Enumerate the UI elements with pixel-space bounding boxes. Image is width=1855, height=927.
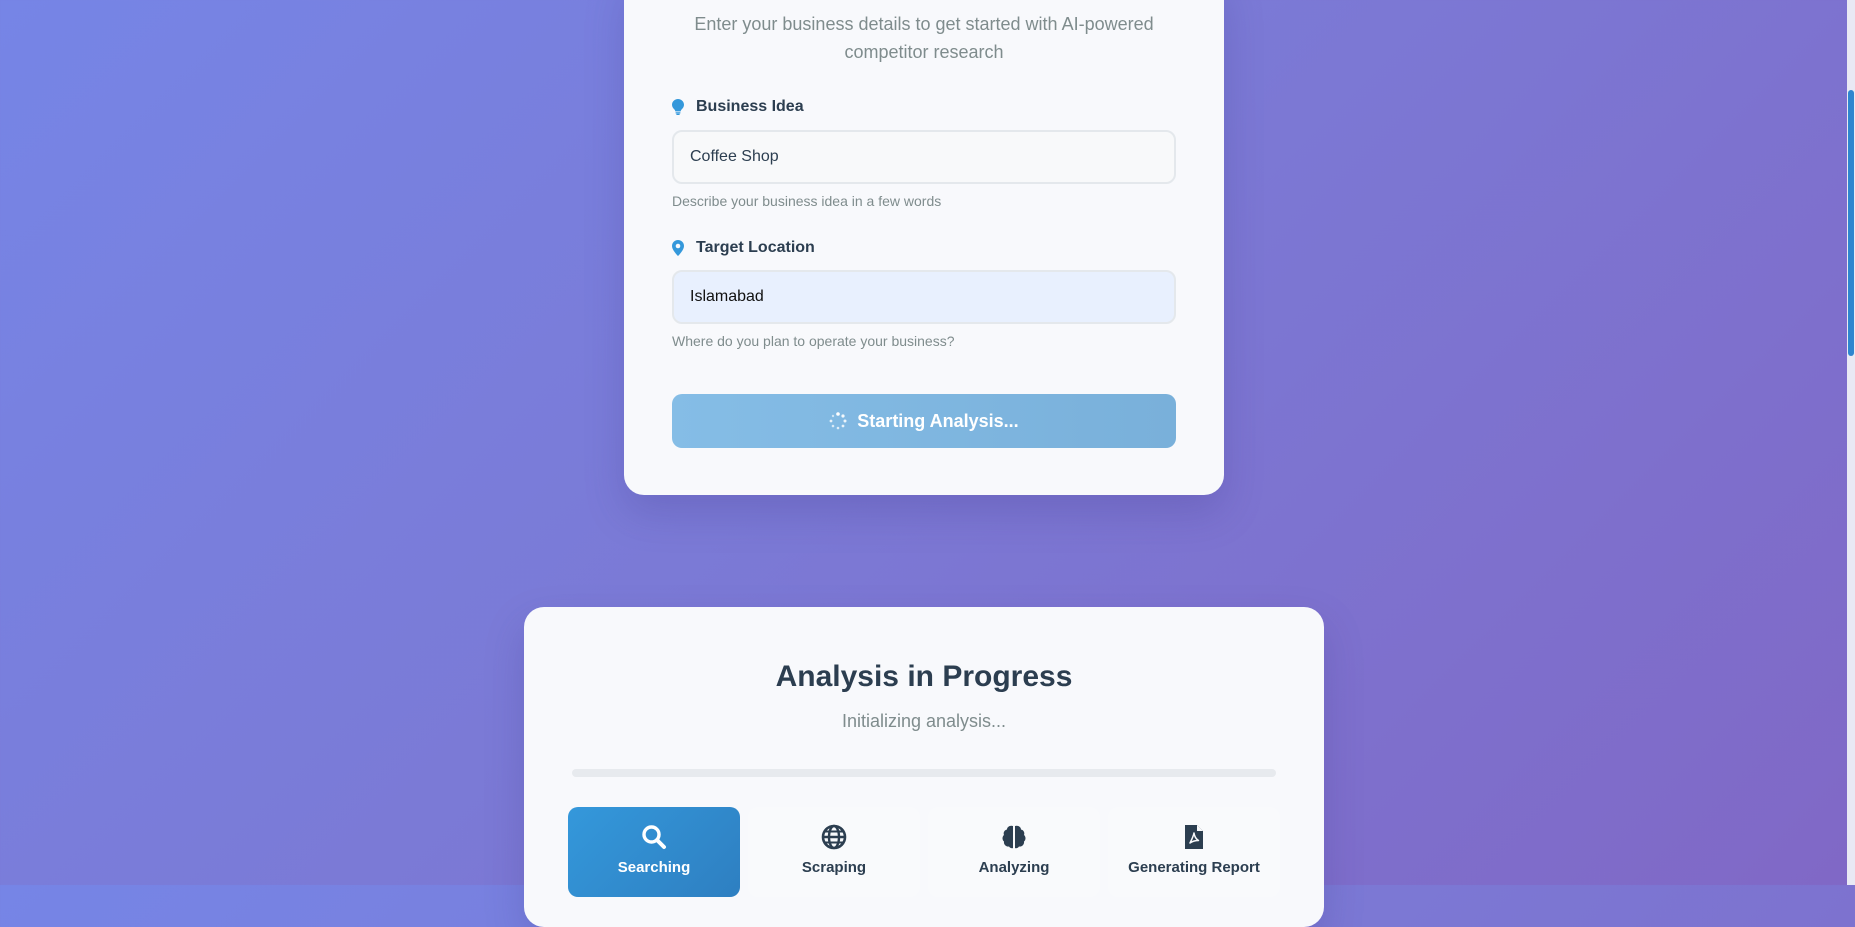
start-analysis-button[interactable]: Starting Analysis...	[672, 394, 1176, 448]
target-location-help: Where do you plan to operate your busine…	[672, 333, 955, 349]
analysis-progress-card: Analysis in Progress Initializing analys…	[524, 607, 1324, 927]
step-label: Generating Report	[1128, 859, 1260, 876]
step-label: Searching	[617, 859, 691, 876]
step-analyzing: Analyzing	[928, 807, 1100, 897]
start-analysis-button-label: Starting Analysis...	[857, 410, 1019, 431]
file-pdf-icon	[1181, 824, 1207, 850]
step-searching: Searching	[568, 807, 740, 897]
business-idea-label: Business Idea	[672, 98, 804, 116]
business-form-card: Enter your business details to get start…	[624, 0, 1224, 495]
business-idea-label-text: Business Idea	[696, 98, 804, 115]
spinner-icon	[829, 412, 847, 430]
business-idea-input[interactable]	[672, 130, 1176, 184]
target-location-label-text: Target Location	[696, 239, 815, 256]
business-idea-help: Describe your business idea in a few wor…	[672, 193, 942, 209]
form-subtitle: Enter your business details to get start…	[694, 14, 1154, 62]
step-label: Scraping	[801, 859, 867, 876]
search-icon	[641, 824, 667, 850]
map-marker-icon	[672, 240, 686, 256]
target-location-label: Target Location	[672, 239, 815, 257]
progress-status: Initializing analysis...	[841, 711, 1007, 731]
progress-bar	[572, 769, 1276, 777]
page-scrollbar[interactable]	[1847, 0, 1855, 885]
progress-steps: Searching Scraping Analyzing Generating …	[568, 807, 1280, 927]
brain-icon	[1001, 824, 1027, 850]
step-generating-report: Generating Report	[1108, 807, 1280, 897]
progress-title: Analysis in Progress	[775, 660, 1073, 693]
scrollbar-thumb[interactable]	[1848, 90, 1854, 356]
lightbulb-icon	[672, 99, 686, 115]
globe-icon	[821, 824, 847, 850]
step-scraping: Scraping	[748, 807, 920, 897]
step-label: Analyzing	[978, 859, 1050, 876]
target-location-input[interactable]	[672, 270, 1176, 324]
